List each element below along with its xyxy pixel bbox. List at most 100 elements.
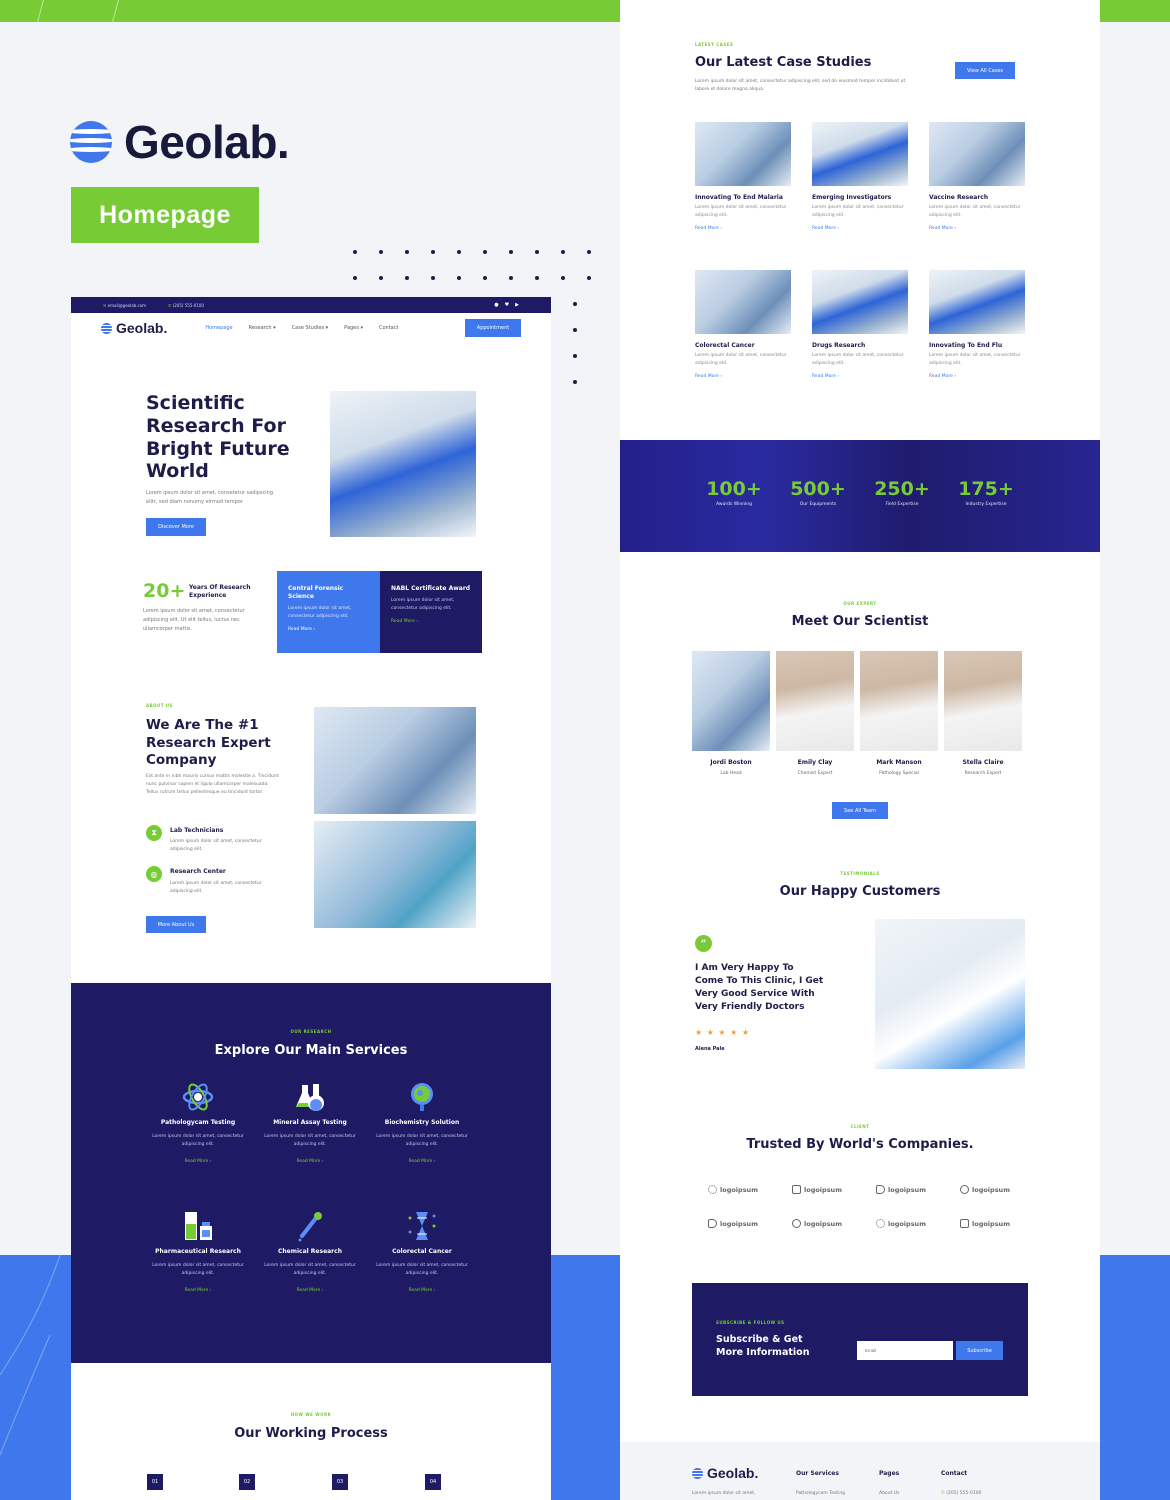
service-card: Chemical Research Lorem ipsum dolor sit …: [255, 1210, 365, 1293]
read-more-link[interactable]: Read More ›: [812, 226, 908, 231]
subscribe-eyebrow: SUBSCRIBE & FOLLOW US: [716, 1320, 785, 1325]
read-more-link[interactable]: Read More ›: [367, 1288, 477, 1293]
dna-icon: [406, 1210, 438, 1242]
case-image: [929, 270, 1025, 334]
team-member[interactable]: Stella Claire Research Expert: [944, 651, 1022, 776]
cases-text: Lorem ipsum dolor sit amet, consectetur …: [695, 79, 906, 93]
cases-eyebrow: LATEST CASES: [695, 42, 734, 47]
star-rating: ★ ★ ★ ★ ★: [695, 1028, 751, 1037]
client-logo: logoipsum: [792, 1185, 842, 1194]
footer-phone[interactable]: ✆ (205) 555-0100: [941, 1491, 981, 1496]
subscribe-button[interactable]: Subscribe: [956, 1341, 1003, 1360]
read-more-link[interactable]: Read More ›: [255, 1159, 365, 1164]
read-more-link[interactable]: Read More ›: [255, 1288, 365, 1293]
process-step: 01: [147, 1474, 163, 1490]
subscribe-box: SUBSCRIBE & FOLLOW US Subscribe & Get Mo…: [692, 1283, 1028, 1396]
read-more-link[interactable]: Read More ›: [143, 1159, 253, 1164]
team-member[interactable]: Mark Manson Pathology Special: [860, 651, 938, 776]
view-all-cases-button[interactable]: View All Cases: [955, 62, 1015, 79]
nav-case-studies[interactable]: Case Studies ▾: [292, 325, 328, 331]
about-item-title: Lab Technicians: [170, 827, 224, 834]
testimonial-quote: I Am Very Happy To Come To This Clinic, …: [695, 963, 824, 1013]
process-title: Our Working Process: [234, 1426, 388, 1441]
services-eyebrow: OUR RESEARCH: [290, 1029, 332, 1034]
read-more-link[interactable]: Read More ›: [288, 627, 369, 632]
hourglass-icon: ⧗: [146, 825, 162, 841]
read-more-link[interactable]: Read More ›: [143, 1288, 253, 1293]
process-eyebrow: HOW WE WORK: [290, 1412, 332, 1417]
read-more-link[interactable]: Read More ›: [367, 1159, 477, 1164]
client-logo: logoipsum: [960, 1185, 1010, 1194]
case-card[interactable]: Drugs Research Lorem ipsum dolor sit amet…: [812, 270, 908, 379]
discover-more-button[interactable]: Discover More: [146, 518, 206, 536]
client-logo: logoipsum: [792, 1219, 842, 1228]
service-card: Pharmaceutical Research Lorem ipsum dolo…: [143, 1210, 253, 1293]
services-section: OUR RESEARCH Explore Our Main Services P…: [71, 983, 551, 1363]
read-more-link[interactable]: Read More ›: [929, 374, 1025, 379]
cases-title: Our Latest Case Studies: [695, 55, 872, 70]
brand-name: Geolab.: [124, 116, 290, 168]
phone-info[interactable]: ✆ (205) 555-0100: [168, 303, 204, 308]
email-info[interactable]: ✉ email@geolab.com: [103, 303, 146, 308]
magnifier-icon: [406, 1081, 438, 1113]
youtube-icon[interactable]: ▶: [515, 302, 519, 308]
testimonials-eyebrow: TESTIMONIALS: [840, 871, 880, 876]
client-logo: logoipsum: [876, 1185, 926, 1194]
testimonial-author: Alena Pale: [695, 1046, 725, 1052]
read-more-link[interactable]: Read More ›: [929, 226, 1025, 231]
stat-item: 175+ Industry Expertise: [958, 478, 1014, 507]
services-title: Explore Our Main Services: [214, 1043, 408, 1058]
footer-col-title: Our Services: [796, 1470, 839, 1477]
phone-icon: ✆: [941, 1491, 945, 1496]
client-logo: logoipsum: [708, 1185, 758, 1194]
medicine-bottle-icon: [182, 1210, 214, 1242]
team-member[interactable]: Jordi Boston Lab Head: [692, 651, 770, 776]
case-image: [695, 122, 791, 186]
about-text: Est ante in nibh mauris cursus mattis mo…: [146, 774, 279, 796]
case-card[interactable]: Colorectal Cancer Lorem ipsum dolor sit a…: [695, 270, 791, 379]
nav-pages[interactable]: Pages ▾: [344, 325, 363, 331]
twitter-icon[interactable]: ♥: [505, 302, 509, 308]
see-all-team-button[interactable]: See All Team: [832, 802, 888, 819]
appointment-button[interactable]: Appointment: [465, 319, 521, 337]
case-card[interactable]: Vaccine Research Lorem ipsum dolor sit am…: [929, 122, 1025, 231]
footer: Geolab. Lorem ipsum dolor sit amet, Our …: [620, 1442, 1100, 1500]
team-eyebrow: OUR EXPERT: [843, 601, 877, 606]
email-input[interactable]: [857, 1341, 953, 1360]
stat-item: 500+ Our Equipments: [790, 478, 846, 507]
service-card: Biochemistry Solution Lorem ipsum dolor …: [367, 1081, 477, 1164]
read-more-link[interactable]: Read More ›: [695, 226, 791, 231]
read-more-link[interactable]: Read More ›: [812, 374, 908, 379]
case-image: [695, 270, 791, 334]
nav-research[interactable]: Research ▾: [249, 325, 276, 331]
about-image-top: [314, 707, 476, 814]
clients-eyebrow: CLIENT: [850, 1124, 870, 1129]
case-card[interactable]: Innovating To End Malaria Lorem ipsum dol…: [695, 122, 791, 231]
client-logo: logoipsum: [708, 1219, 758, 1228]
member-photo: [860, 651, 938, 751]
read-more-link[interactable]: Read More ›: [695, 374, 791, 379]
client-logo: logoipsum: [960, 1219, 1010, 1228]
nav-homepage[interactable]: Homepage: [205, 325, 232, 331]
footer-about-text: Lorem ipsum dolor sit amet,: [692, 1491, 756, 1496]
page-tag: Homepage: [71, 187, 259, 243]
hero-text: Lorem ipsum dolor sit amet, consetetur s…: [146, 490, 274, 505]
footer-link[interactable]: Pathologycam Testing: [796, 1491, 845, 1496]
clients-title: Trusted By World's Companies.: [746, 1137, 974, 1152]
team-title: Meet Our Scientist: [791, 614, 929, 629]
more-about-us-button[interactable]: More About Us: [146, 916, 206, 933]
wave-logo-icon: [101, 322, 112, 334]
about-item-text: Lorem ipsum dolor sit amet, consectetur …: [170, 881, 262, 895]
team-member[interactable]: Emily Clay Chemist Expert: [776, 651, 854, 776]
client-logo: logoipsum: [876, 1219, 926, 1228]
facebook-icon[interactable]: ●: [494, 302, 498, 308]
read-more-link[interactable]: Read More ›: [391, 619, 471, 624]
hero-title: Scientific Research For Bright Future Wo…: [146, 392, 290, 483]
footer-link[interactable]: About Us: [879, 1491, 899, 1496]
case-card[interactable]: Innovating To End Flu Lorem ipsum dolor s…: [929, 270, 1025, 379]
case-card[interactable]: Emerging Investigators Lorem ipsum dolor …: [812, 122, 908, 231]
nav-logo[interactable]: Geolab.: [101, 320, 167, 336]
footer-logo[interactable]: Geolab.: [692, 1465, 758, 1481]
hero-image: [330, 391, 476, 537]
nav-contact[interactable]: Contact: [379, 325, 398, 331]
